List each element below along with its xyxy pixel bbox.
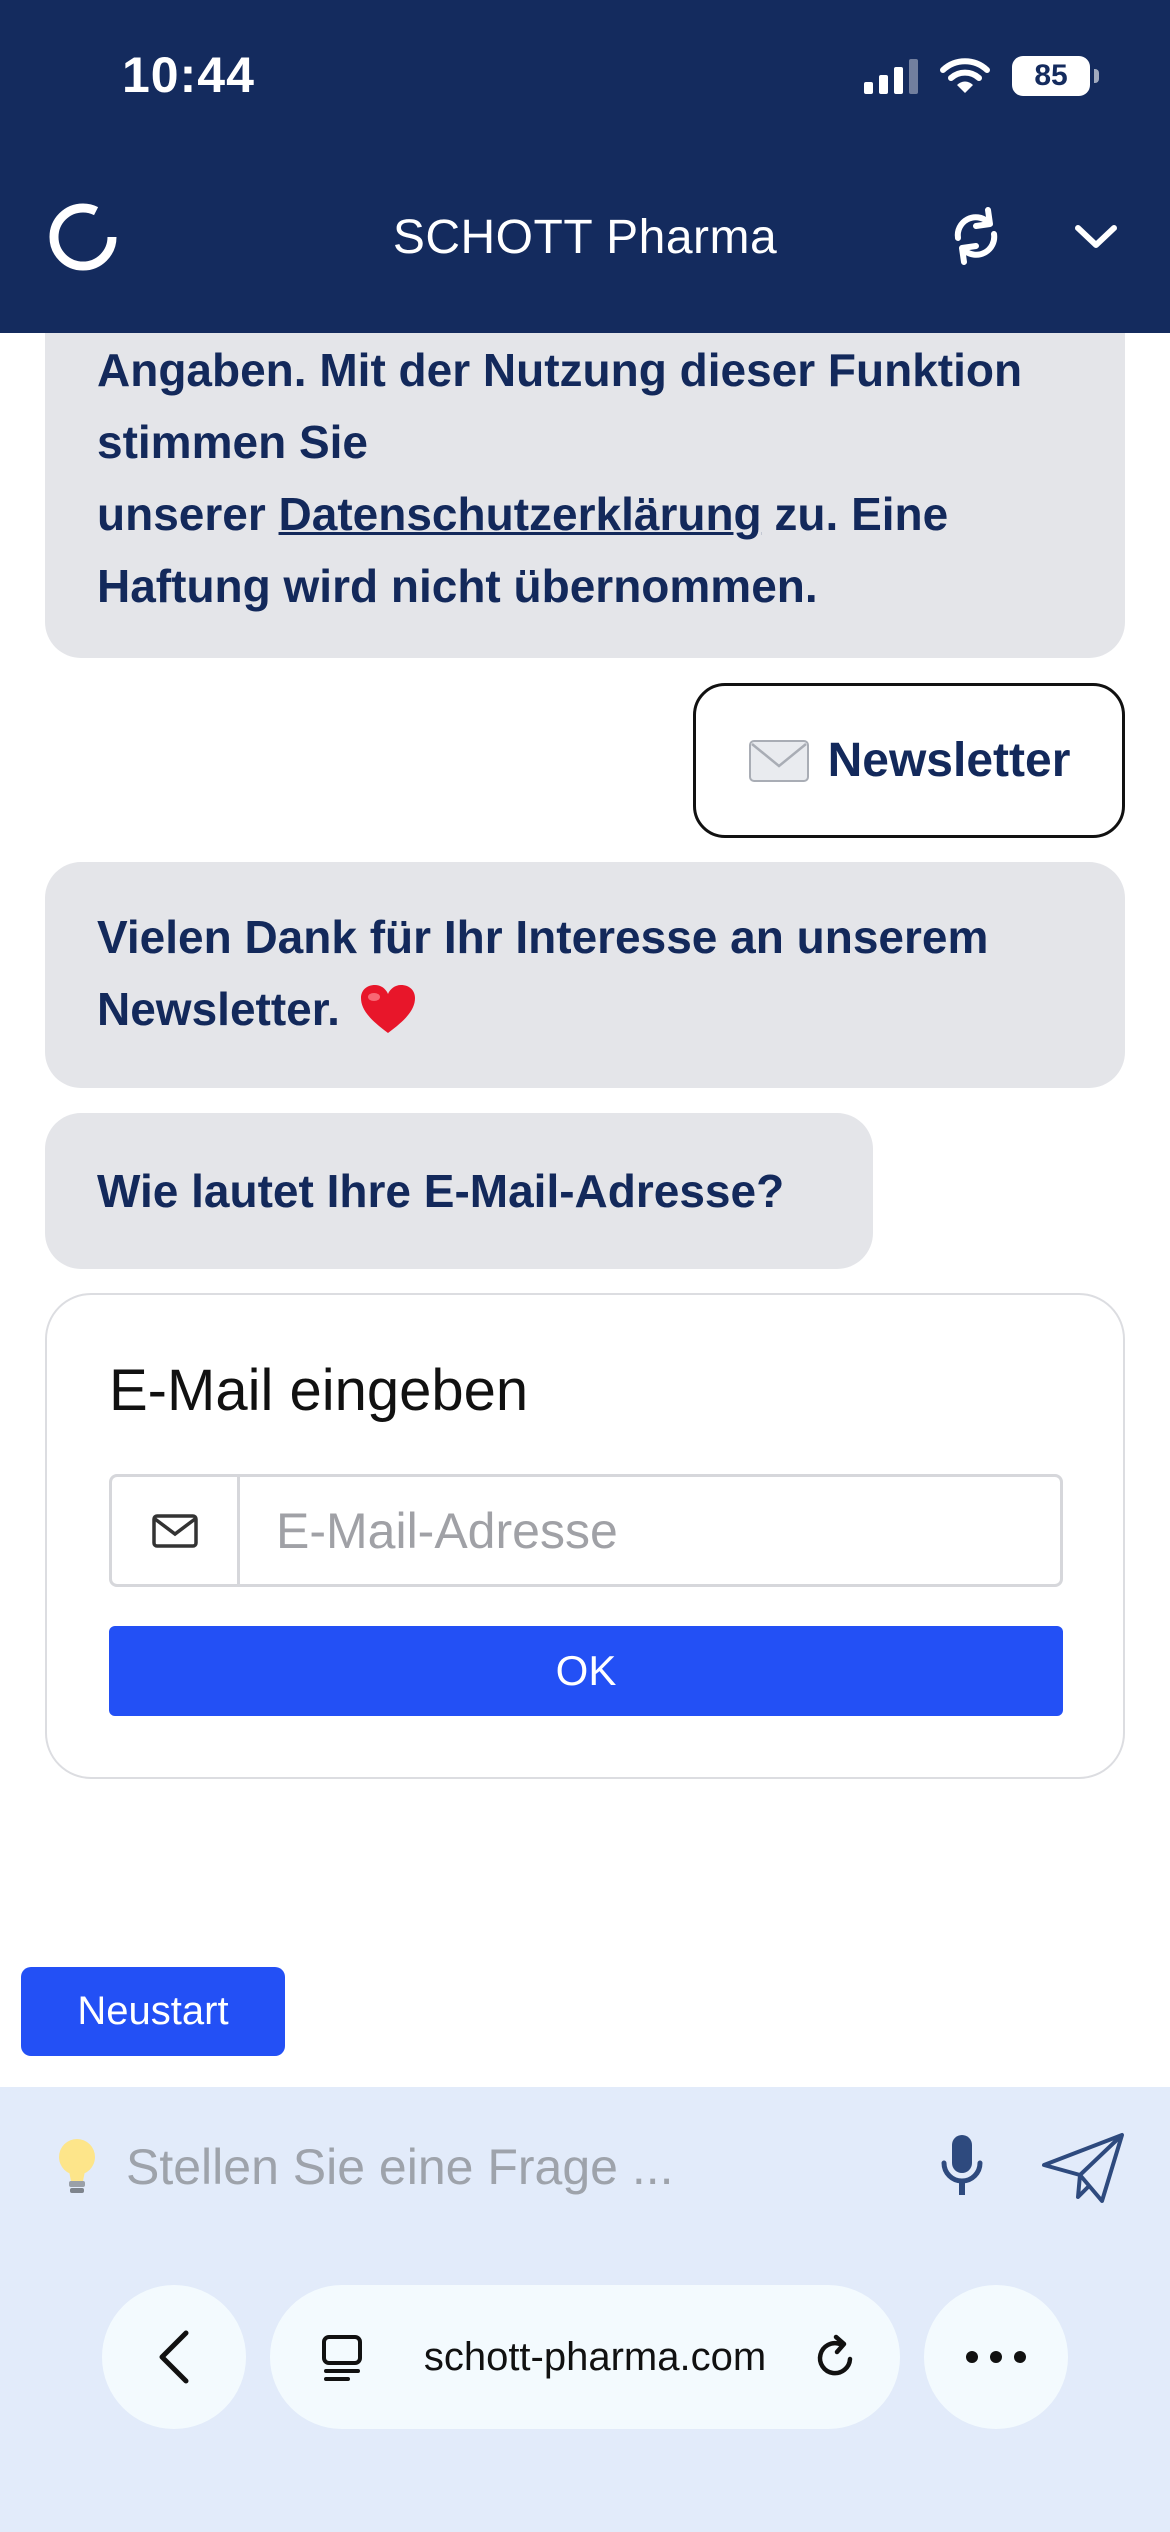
email-form-card: E-Mail eingeben OK bbox=[45, 1293, 1125, 1779]
battery-icon: 85 bbox=[1012, 56, 1099, 96]
send-icon[interactable] bbox=[1040, 2131, 1126, 2205]
question-input[interactable] bbox=[126, 2132, 886, 2202]
browser-more-button[interactable] bbox=[924, 2285, 1068, 2429]
privacy-policy-link[interactable]: Datenschutzerklärung bbox=[279, 488, 762, 540]
more-icon bbox=[966, 2351, 1026, 2363]
disclaimer-text: unserer bbox=[97, 488, 279, 540]
lightbulb-icon bbox=[59, 2139, 95, 2193]
heart-icon bbox=[360, 985, 415, 1033]
bot-message-disclaimer: Angaben. Mit der Nutzung dieser Funktion… bbox=[45, 333, 1125, 658]
ok-button[interactable]: OK bbox=[109, 1626, 1063, 1716]
disclaimer-text: zu. Eine bbox=[761, 488, 949, 540]
chevron-down-icon[interactable] bbox=[1060, 200, 1132, 272]
user-message-newsletter: Newsletter bbox=[693, 683, 1125, 838]
battery-level: 85 bbox=[1034, 59, 1068, 92]
chat-transcript[interactable]: Angaben. Mit der Nutzung dieser Funktion… bbox=[0, 333, 1170, 1935]
microphone-icon[interactable] bbox=[938, 2133, 986, 2199]
disclaimer-line: Angaben. Mit der Nutzung dieser Funktion bbox=[97, 344, 1023, 396]
restart-bar: Neustart bbox=[0, 1935, 1170, 2087]
mail-icon bbox=[151, 1513, 198, 1548]
disclaimer-line: stimmen Sie bbox=[97, 416, 368, 468]
email-input-group bbox=[109, 1474, 1063, 1587]
email-field[interactable] bbox=[240, 1477, 1060, 1584]
cellular-signal-icon bbox=[864, 58, 918, 94]
user-message-label: Newsletter bbox=[827, 734, 1071, 787]
status-icons: 85 bbox=[864, 52, 1099, 100]
email-form-title: E-Mail eingeben bbox=[109, 1358, 529, 1423]
bot-message-question: Wie lautet Ihre E-Mail-Adresse? bbox=[45, 1113, 873, 1269]
address-bar[interactable]: schott-pharma.com bbox=[270, 2285, 900, 2429]
app-header: 10:44 85 SCHOTT Pharma bbox=[0, 0, 1170, 333]
reload-icon[interactable] bbox=[810, 2333, 860, 2383]
restart-button[interactable]: Neustart bbox=[21, 1967, 285, 2056]
chevron-left-icon bbox=[159, 2330, 189, 2384]
bot-message-thanks: Vielen Dank für Ihr Interesse an unserem… bbox=[45, 862, 1125, 1088]
disclaimer-line: Haftung wird nicht übernommen. bbox=[97, 560, 818, 612]
question-text: Wie lautet Ihre E-Mail-Adresse? bbox=[97, 1165, 785, 1217]
disclaimer-line: unserer Datenschutzerklärung zu. Eine bbox=[97, 478, 1073, 550]
bottom-panel: schott-pharma.com bbox=[0, 2087, 1170, 2532]
url-text: schott-pharma.com bbox=[423, 2334, 767, 2379]
thanks-text: Vielen Dank für Ihr Interesse an unserem… bbox=[97, 911, 989, 1035]
refresh-icon[interactable] bbox=[940, 200, 1012, 272]
status-time: 10:44 bbox=[122, 47, 255, 103]
page-menu-icon[interactable] bbox=[318, 2331, 370, 2383]
email-addon bbox=[112, 1477, 240, 1584]
wifi-icon bbox=[940, 58, 990, 93]
browser-back-button[interactable] bbox=[102, 2285, 246, 2429]
envelope-icon bbox=[748, 739, 809, 782]
